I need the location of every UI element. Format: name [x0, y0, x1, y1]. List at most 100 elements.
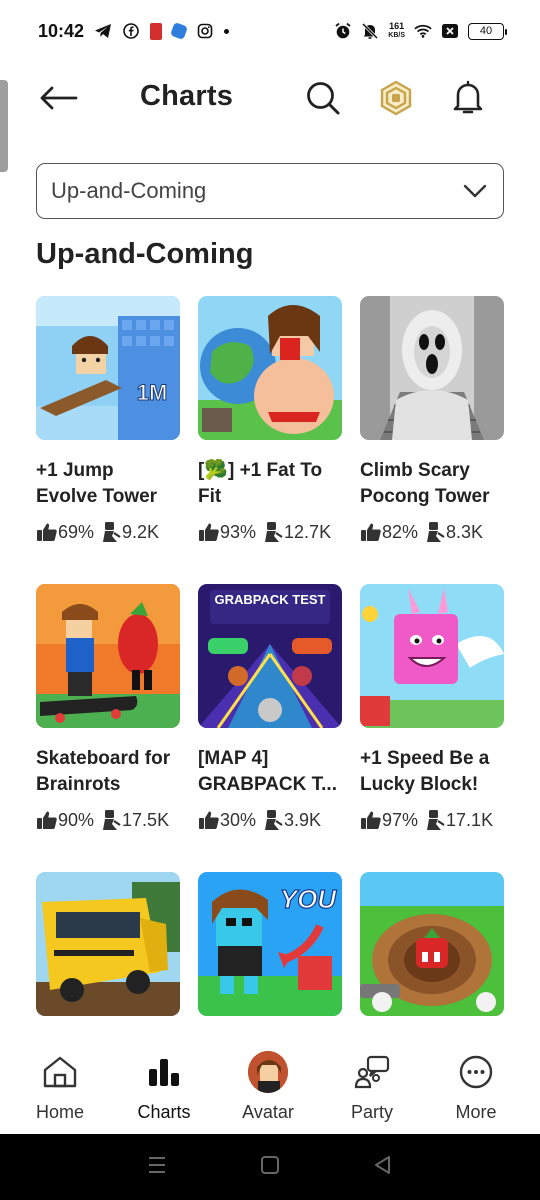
- players-value: 17.5K: [122, 809, 170, 830]
- rating-stat: 90%: [36, 810, 94, 831]
- notifications-button[interactable]: [448, 78, 488, 118]
- game-stats: 69% 9.2K: [36, 521, 180, 543]
- robux-icon: [380, 80, 412, 116]
- thumbs-up-icon: [199, 523, 219, 541]
- robux-button[interactable]: [376, 78, 416, 118]
- players-stat: 9.2K: [100, 521, 159, 543]
- nav-party-label: Party: [350, 1102, 393, 1122]
- game-card[interactable]: 1M +1 Jump Evolve Tower 69% 9.2K: [36, 296, 180, 584]
- players-icon: [427, 522, 445, 542]
- battery-indicator: 40: [468, 22, 507, 40]
- game-card[interactable]: GRABPACK TEST [MAP 4] GRABPACK T... 30% …: [198, 584, 342, 872]
- network-speed-unit: KB/S: [388, 32, 405, 39]
- nav-charts[interactable]: Charts: [112, 1030, 216, 1134]
- thumbnail-text: 1M: [137, 380, 168, 405]
- arrow-left-icon: [40, 86, 78, 110]
- network-speed: 161 KB/S: [388, 22, 405, 40]
- chevron-down-icon: [461, 177, 489, 205]
- rating-stat: 82%: [360, 522, 418, 543]
- nav-avatar-label: Avatar: [242, 1102, 294, 1122]
- game-card[interactable]: +1 Speed Be a Lucky Block! 97% 17.1K: [360, 584, 504, 872]
- home-icon: [40, 1052, 80, 1092]
- game-thumbnail: [360, 584, 504, 728]
- game-stats: 93% 12.7K: [198, 521, 342, 543]
- game-stats: 90% 17.5K: [36, 809, 180, 831]
- recent-apps-button[interactable]: [146, 1155, 168, 1180]
- thumbnail-text: GRABPACK TEST: [215, 592, 326, 607]
- telegram-icon: [94, 22, 112, 40]
- nav-home-label: Home: [35, 1102, 84, 1122]
- thumbs-up-icon: [361, 811, 381, 829]
- home-nav-button[interactable]: [259, 1154, 281, 1181]
- section-title: Up-and-Coming: [36, 238, 254, 270]
- nav-party[interactable]: Party: [320, 1030, 424, 1134]
- thumbs-up-icon: [361, 523, 381, 541]
- game-thumbnail: GRABPACK TEST: [198, 584, 342, 728]
- game-card[interactable]: Skateboard for Brainrots 90% 17.5K: [36, 584, 180, 872]
- avatar-thumbnail: [248, 1051, 288, 1093]
- mute-bell-icon: [361, 22, 379, 40]
- status-bar: 10:42 161 KB/S 40: [0, 0, 540, 62]
- players-value: 8.3K: [446, 521, 484, 542]
- rating-value: 30%: [220, 809, 257, 830]
- game-title: Climb Scary Pocong Tower: [360, 460, 490, 507]
- players-stat: 8.3K: [424, 521, 483, 543]
- party-icon: [352, 1052, 392, 1092]
- players-icon: [265, 522, 283, 542]
- thumbs-up-icon: [37, 523, 57, 541]
- nav-avatar[interactable]: Avatar: [216, 1030, 320, 1134]
- app-notification-icon: [150, 22, 163, 40]
- bottom-navigation: Home Charts Avatar Party More: [0, 1030, 540, 1134]
- triangle-back-icon: [375, 1155, 391, 1174]
- menu-icon: [148, 1156, 165, 1173]
- game-stats: 30% 3.9K: [198, 809, 342, 831]
- players-stat: 12.7K: [262, 521, 331, 543]
- facebook-icon: [122, 22, 140, 40]
- players-value: 9.2K: [122, 521, 160, 542]
- players-icon: [103, 810, 121, 830]
- instagram-icon: [196, 22, 214, 40]
- game-title: [MAP 4] GRABPACK T...: [198, 748, 337, 795]
- rating-stat: 69%: [36, 522, 94, 543]
- game-thumbnail: 1M: [36, 296, 180, 440]
- thumbnail-text: YOU: [280, 884, 338, 914]
- rating-stat: 93%: [198, 522, 256, 543]
- players-stat: 17.1K: [424, 809, 493, 831]
- game-title: +1 Jump Evolve Tower: [36, 460, 158, 507]
- players-stat: 3.9K: [262, 809, 321, 831]
- game-title: Skateboard for Brainrots: [36, 748, 171, 795]
- game-thumbnail: [36, 872, 180, 1016]
- players-value: 3.9K: [284, 809, 322, 830]
- status-time: 10:42: [38, 20, 85, 41]
- search-icon: [307, 82, 340, 115]
- page-title: Charts: [140, 80, 234, 112]
- nav-more-label: More: [455, 1102, 497, 1122]
- game-thumbnail: [360, 296, 504, 440]
- nav-home[interactable]: Home: [8, 1030, 112, 1134]
- no-sim-icon: [441, 22, 459, 40]
- more-notifications-dot: [224, 28, 230, 34]
- back-button[interactable]: [40, 80, 86, 116]
- game-title: +1 Speed Be a Lucky Block!: [360, 748, 490, 795]
- more-icon: [456, 1052, 496, 1092]
- game-card[interactable]: Climb Scary Pocong Tower 82% 8.3K: [360, 296, 504, 584]
- game-card[interactable]: [🥦] +1 Fat To Fit 93% 12.7K: [198, 296, 342, 584]
- players-icon: [265, 810, 283, 830]
- players-stat: 17.5K: [100, 809, 169, 831]
- rating-value: 82%: [382, 521, 419, 542]
- back-nav-button[interactable]: [372, 1154, 394, 1181]
- rating-value: 97%: [382, 809, 419, 830]
- chart-category-value: Up-and-Coming: [51, 178, 207, 203]
- chart-category-select[interactable]: Up-and-Coming: [36, 163, 504, 219]
- nav-charts-label: Charts: [137, 1102, 191, 1122]
- charts-icon: [144, 1052, 184, 1092]
- top-app-bar: Charts: [0, 66, 540, 130]
- rating-stat: 30%: [198, 810, 256, 831]
- players-value: 17.1K: [446, 809, 494, 830]
- players-value: 12.7K: [284, 521, 332, 542]
- game-stats: 82% 8.3K: [360, 521, 504, 543]
- search-button[interactable]: [303, 78, 343, 118]
- thumbs-up-icon: [37, 811, 57, 829]
- nav-more[interactable]: More: [424, 1030, 528, 1134]
- rating-stat: 97%: [360, 810, 418, 831]
